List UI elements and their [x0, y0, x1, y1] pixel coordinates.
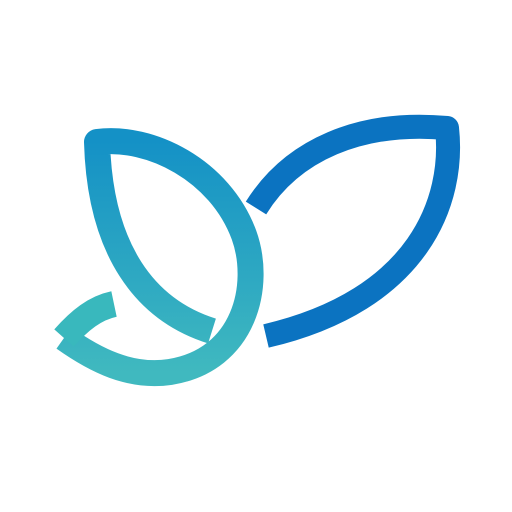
two-leaf-sprout-icon	[54, 114, 461, 387]
leaf-tail-hook	[54, 291, 118, 347]
left-leaf-outline	[56, 128, 264, 387]
right-leaf-outline	[245, 114, 461, 348]
app-icon-canvas	[0, 0, 512, 512]
